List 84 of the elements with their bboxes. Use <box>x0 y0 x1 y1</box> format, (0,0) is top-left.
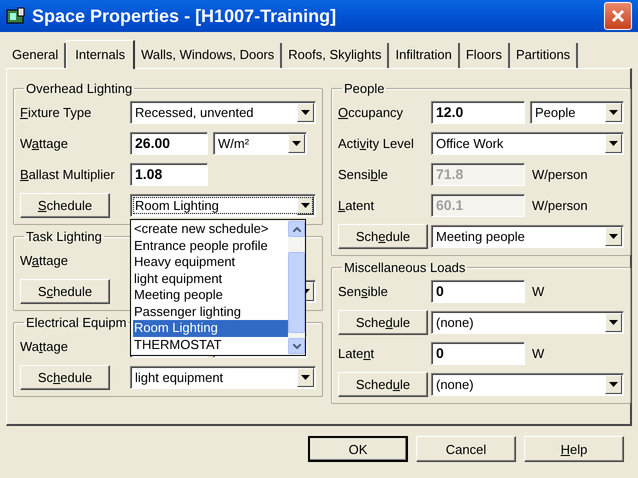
field-label: Ballast Multiplier <box>20 167 116 182</box>
caret-icon <box>301 203 310 208</box>
list-option[interactable]: THERMOSTAT <box>133 336 288 353</box>
schedule-dropdown[interactable]: Meeting people <box>431 225 624 248</box>
app-icon <box>6 7 26 25</box>
tab[interactable]: Roofs, Skylights <box>282 43 390 68</box>
field-label: Wattage <box>20 339 69 354</box>
group-title: People <box>343 81 386 96</box>
unit-label: W/person <box>532 198 588 213</box>
number-field[interactable]: 0 <box>431 280 525 303</box>
dropdown-arrow-button[interactable] <box>605 313 622 332</box>
field-label: Latent <box>338 346 376 361</box>
list-option[interactable]: Passenger lighting <box>133 304 288 320</box>
dropdown-arrow-button[interactable] <box>297 368 314 387</box>
dropdown-arrow-button[interactable] <box>605 103 622 122</box>
scroll-up-button[interactable] <box>288 221 305 237</box>
tab[interactable]: Walls, Windows, Doors <box>135 43 282 68</box>
field-label: Wattage <box>20 253 69 268</box>
schedule-button[interactable]: Schedule <box>20 193 110 218</box>
unit-dropdown[interactable]: W/m² <box>213 132 307 155</box>
scrollbar-thumb[interactable] <box>288 252 305 333</box>
field-label: Latent <box>338 198 376 213</box>
close-button[interactable] <box>604 2 632 30</box>
list-option[interactable]: Heavy equipment <box>133 254 288 270</box>
field-label: Wattage <box>20 136 69 151</box>
unit-label: W <box>532 346 544 361</box>
group-title: Overhead Lighting <box>25 81 134 96</box>
schedule-button[interactable]: Schedule <box>338 310 428 335</box>
tab[interactable]: Infiltration <box>389 43 460 68</box>
group-title: Task Lighting <box>25 229 103 244</box>
dropdown[interactable]: Office Work <box>431 132 624 155</box>
dropdown[interactable]: Recessed, unvented <box>130 101 316 124</box>
caret-icon <box>301 110 310 115</box>
field-label: Sensible <box>338 284 389 299</box>
chevron-down-icon <box>292 344 300 348</box>
chevron-up-icon <box>292 226 300 232</box>
schedule-dropdown[interactable]: light equipment <box>130 366 316 389</box>
caret-icon <box>292 141 301 146</box>
dropdown-arrow-button[interactable] <box>297 196 314 215</box>
list-option[interactable]: Meeting people <box>133 287 288 304</box>
unit-label: W <box>532 284 544 299</box>
window-title: Space Properties - [H1007-Training] <box>32 6 338 26</box>
field-label: Activity Level <box>338 136 415 151</box>
list-option[interactable]: Room Lighting <box>133 320 288 336</box>
schedule-button[interactable]: Schedule <box>338 224 428 249</box>
caret-icon <box>609 234 618 239</box>
caret-icon <box>609 110 618 115</box>
list-option[interactable]: <create new schedule> <box>133 221 288 238</box>
dropdown-arrow-button[interactable] <box>297 103 314 122</box>
list-option[interactable]: Entrance people profile <box>133 238 288 254</box>
dropdown-arrow-button[interactable] <box>605 227 622 246</box>
schedule-button[interactable]: Schedule <box>20 279 110 304</box>
number-field[interactable]: 26.00 <box>130 132 208 155</box>
caret-icon <box>609 141 618 146</box>
dialog-button[interactable]: Cancel <box>416 436 516 462</box>
number-field[interactable]: 1.08 <box>130 163 208 186</box>
schedule-button[interactable]: Schedule <box>338 372 428 397</box>
dropdown-arrow-button[interactable] <box>605 375 622 394</box>
dialog-button[interactable]: OK <box>308 436 408 462</box>
schedule-button[interactable]: Schedule <box>20 365 110 390</box>
group-title: Electrical Equipm <box>25 315 128 330</box>
tab[interactable]: Internals <box>66 40 136 69</box>
caret-icon <box>609 320 618 325</box>
field-label: Sensible <box>338 167 389 182</box>
number-field[interactable]: 0 <box>431 342 525 365</box>
schedule-dropdown[interactable]: Room Lighting <box>130 194 316 217</box>
caret-icon <box>301 375 310 380</box>
schedule-dropdown[interactable]: (none) <box>431 373 624 396</box>
group-title: Miscellaneous Loads <box>343 260 466 275</box>
close-icon <box>611 9 625 23</box>
dialog-button[interactable]: Help <box>524 436 624 462</box>
dropdown-arrow-button[interactable] <box>605 134 622 153</box>
number-field[interactable]: 12.0 <box>431 101 525 124</box>
tab[interactable]: Floors <box>460 43 510 68</box>
tab[interactable]: Partitions <box>510 43 578 68</box>
field-label: Occupancy <box>338 105 404 120</box>
dropdown-arrow-button[interactable] <box>288 134 305 153</box>
field-label: Fixture Type <box>20 105 92 120</box>
caret-icon <box>609 382 618 387</box>
unit-dropdown[interactable]: People <box>530 101 624 124</box>
unit-label: W/person <box>532 167 588 182</box>
list-option[interactable]: light equipment <box>133 270 288 287</box>
scroll-down-button[interactable] <box>288 338 305 354</box>
schedule-dropdown[interactable]: (none) <box>431 311 624 334</box>
